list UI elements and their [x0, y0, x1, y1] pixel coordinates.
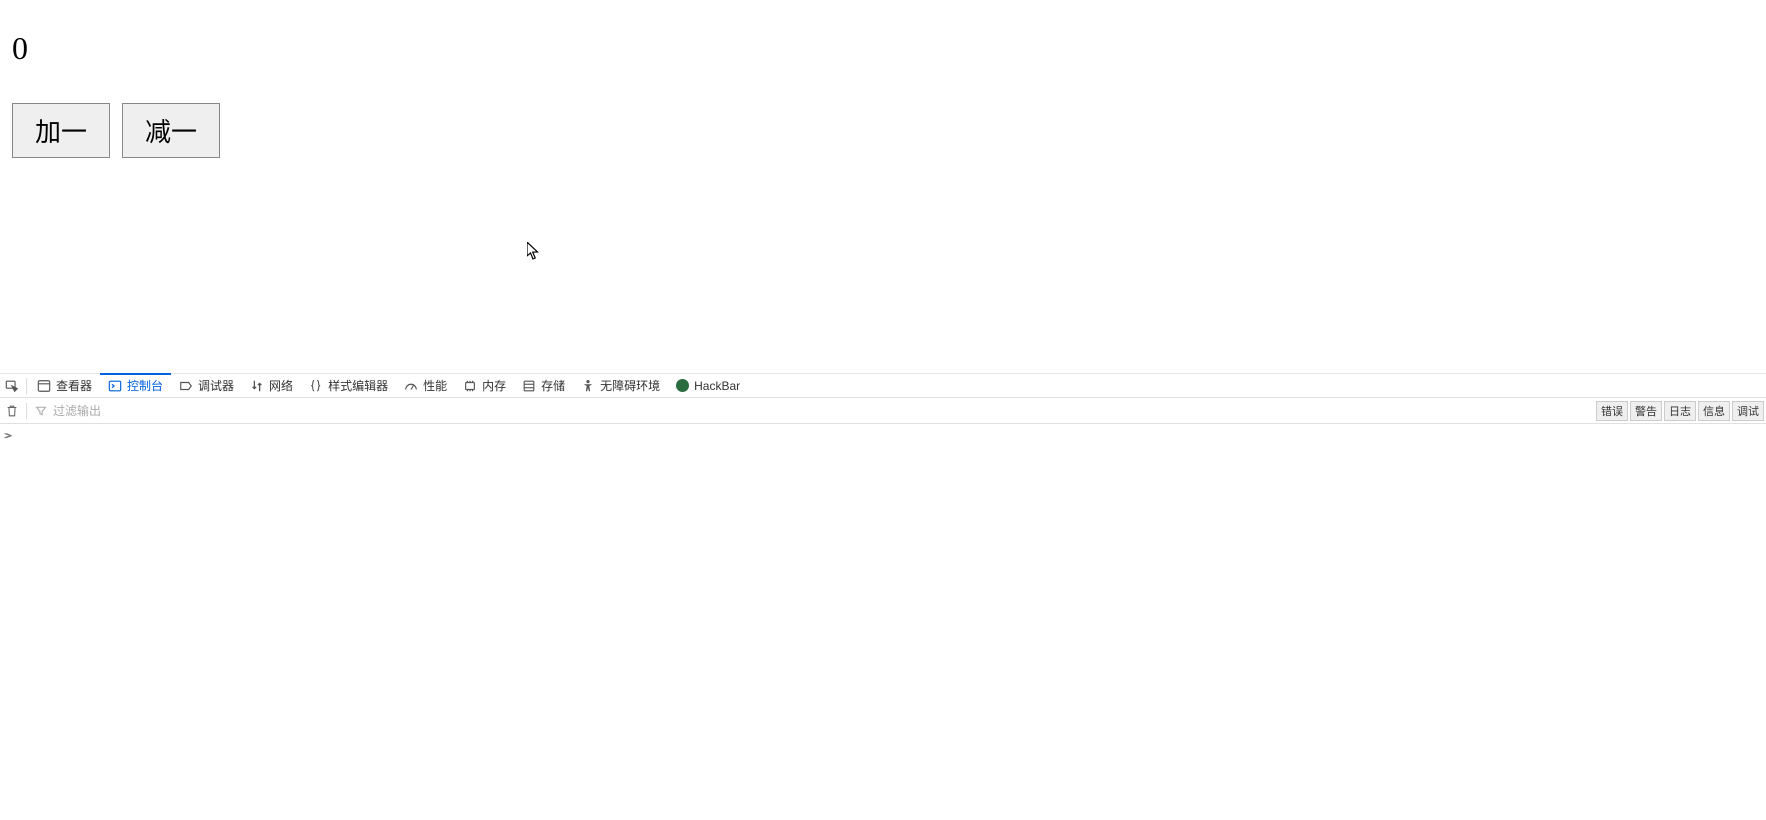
element-picker-button[interactable]	[0, 374, 24, 398]
tab-label: 样式编辑器	[328, 377, 388, 394]
page-content: 0 加一 减一	[0, 0, 1766, 158]
tab-accessibility[interactable]: 无障碍环境	[573, 374, 668, 398]
prompt-chevron-icon: >>	[4, 429, 7, 442]
tab-performance[interactable]: 性能	[396, 374, 455, 398]
tab-storage[interactable]: 存储	[514, 374, 573, 398]
devtools-tabbar: 查看器 控制台 调试器 网络 样式编辑器	[0, 374, 1766, 398]
filter-info-button[interactable]: 信息	[1698, 401, 1730, 421]
increment-button[interactable]: 加一	[12, 103, 110, 158]
element-picker-icon	[5, 379, 19, 393]
filter-errors-button[interactable]: 错误	[1596, 401, 1628, 421]
storage-icon	[522, 379, 536, 393]
tab-label: 性能	[423, 377, 447, 394]
style-editor-icon	[309, 379, 323, 393]
hackbar-icon	[676, 379, 689, 392]
cursor-icon	[527, 242, 540, 260]
tab-label: 查看器	[56, 377, 92, 394]
button-row: 加一 减一	[12, 103, 1754, 158]
network-icon	[250, 379, 264, 393]
filter-warnings-button[interactable]: 警告	[1630, 401, 1662, 421]
trash-icon	[5, 404, 19, 418]
tab-inspector[interactable]: 查看器	[29, 374, 100, 398]
tab-memory[interactable]: 内存	[455, 374, 514, 398]
tab-label: 控制台	[127, 377, 163, 394]
tab-label: 调试器	[198, 377, 234, 394]
tab-debugger[interactable]: 调试器	[171, 374, 242, 398]
tab-label: HackBar	[694, 379, 740, 393]
console-prompt[interactable]: >>	[0, 424, 1766, 446]
tab-label: 无障碍环境	[600, 377, 660, 394]
memory-icon	[463, 379, 477, 393]
debugger-icon	[179, 379, 193, 393]
tab-console[interactable]: 控制台	[100, 374, 171, 398]
tab-hackbar[interactable]: HackBar	[668, 374, 748, 398]
console-filter-bar: 错误 警告 日志 信息 调试	[0, 398, 1766, 424]
tab-label: 内存	[482, 377, 506, 394]
counter-value: 0	[12, 30, 1754, 67]
devtools-panel: 查看器 控制台 调试器 网络 样式编辑器	[0, 373, 1766, 446]
performance-icon	[404, 379, 418, 393]
tab-label: 存储	[541, 377, 565, 394]
clear-console-button[interactable]	[0, 398, 24, 424]
filter-logs-button[interactable]: 日志	[1664, 401, 1696, 421]
filter-icon	[33, 398, 49, 424]
filter-debug-button[interactable]: 调试	[1732, 401, 1764, 421]
separator	[26, 403, 27, 419]
console-filter-buttons: 错误 警告 日志 信息 调试	[1596, 401, 1766, 421]
inspector-icon	[37, 379, 51, 393]
decrement-button[interactable]: 减一	[122, 103, 220, 158]
separator	[26, 378, 27, 394]
console-icon	[108, 379, 122, 393]
console-filter-input[interactable]	[49, 399, 1596, 423]
tab-label: 网络	[269, 377, 293, 394]
tab-style-editor[interactable]: 样式编辑器	[301, 374, 396, 398]
tab-network[interactable]: 网络	[242, 374, 301, 398]
accessibility-icon	[581, 379, 595, 393]
